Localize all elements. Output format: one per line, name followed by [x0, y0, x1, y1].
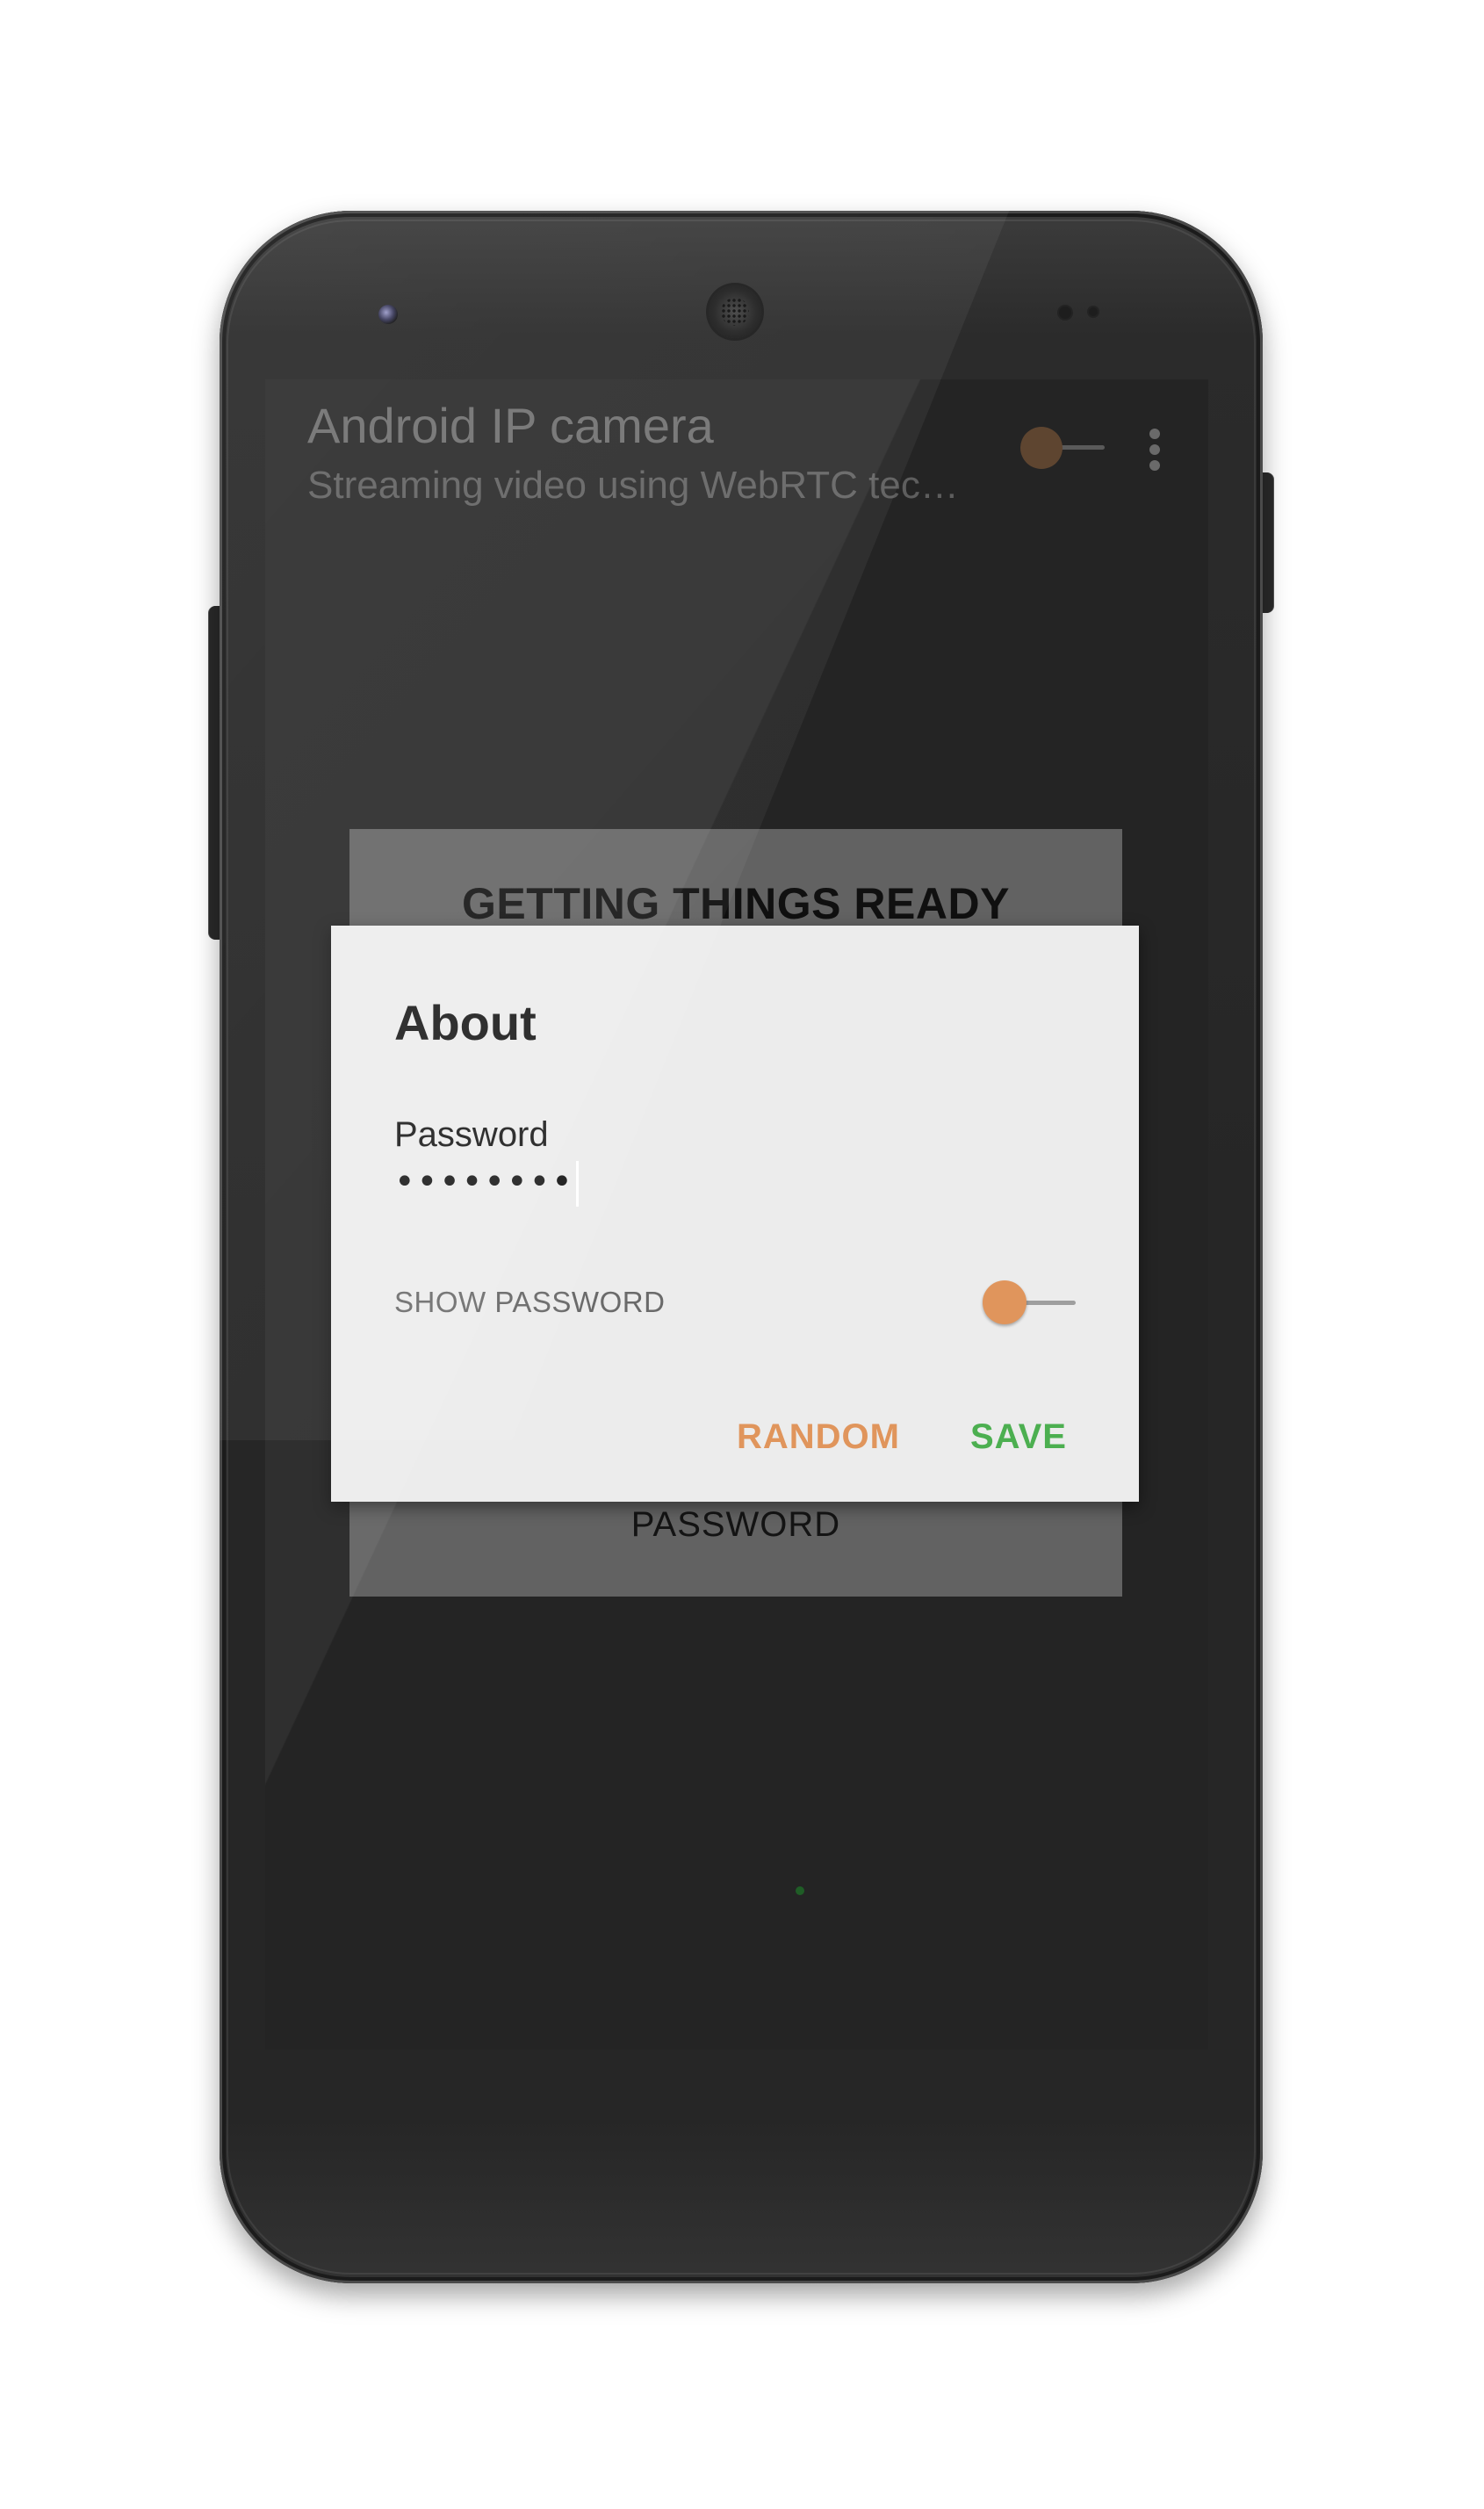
app-title: Android IP camera: [307, 398, 714, 453]
dialog-title: About: [394, 995, 537, 1050]
front-camera: [378, 305, 398, 324]
streaming-toggle-thumb: [1020, 427, 1063, 469]
password-caption: PASSWORD: [630, 1505, 841, 1544]
proximity-sensor: [1059, 306, 1071, 319]
overflow-dot: [1149, 429, 1160, 439]
streaming-toggle[interactable]: [1020, 422, 1108, 474]
overflow-dot: [1149, 444, 1160, 455]
show-password-label: SHOW PASSWORD: [394, 1286, 666, 1318]
text-cursor: [575, 1161, 579, 1207]
page-indicator-dot: [796, 1886, 804, 1895]
about-dialog: About Password •••••••• SHOW PASSWORD RA…: [331, 926, 1139, 1502]
status-heading: GETTING THINGS READY: [462, 879, 1010, 928]
password-value: ••••••••: [394, 1162, 574, 1202]
password-label: Password: [394, 1115, 549, 1154]
save-button[interactable]: SAVE: [970, 1417, 1067, 1457]
show-password-switch-thumb: [983, 1280, 1027, 1324]
app-subtitle: Streaming video using WebRTC tec…: [307, 464, 959, 507]
earpiece-speaker: [709, 285, 761, 338]
overflow-menu-icon[interactable]: [1142, 425, 1168, 474]
action-bar: Android IP camera Streaming video using …: [265, 379, 1208, 537]
screen: Android IP camera Streaming video using …: [265, 379, 1208, 2050]
show-password-switch[interactable]: [983, 1273, 1079, 1331]
device-mockup: Android IP camera Streaming video using …: [0, 0, 1484, 2509]
light-sensor: [1089, 307, 1098, 316]
random-button[interactable]: RANDOM: [737, 1417, 900, 1457]
overflow-dot: [1149, 460, 1160, 471]
password-field[interactable]: ••••••••: [394, 1161, 833, 1219]
